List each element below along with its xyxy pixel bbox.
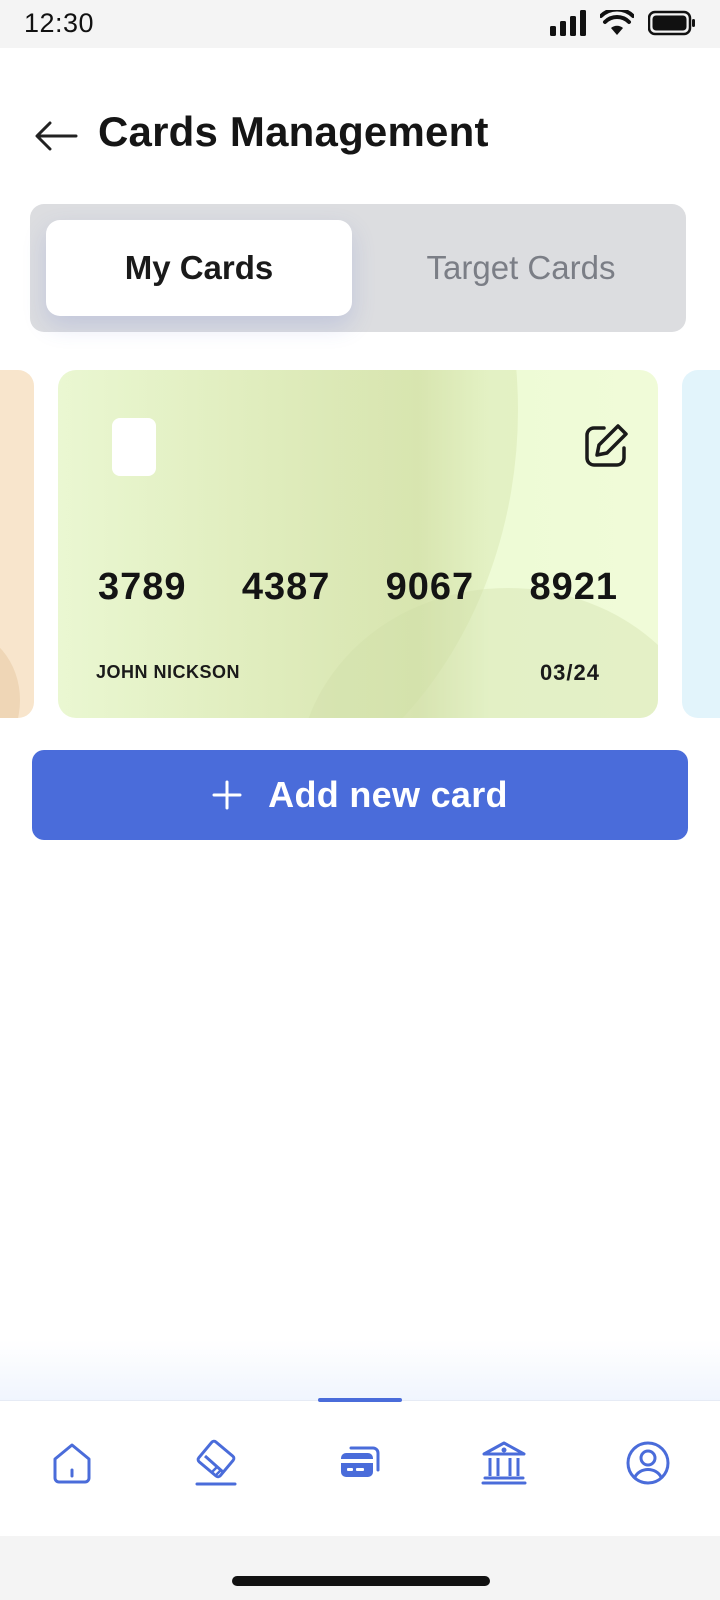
arrow-left-icon <box>35 121 78 151</box>
nav-bank[interactable] <box>472 1431 536 1495</box>
card-next[interactable] <box>682 370 720 718</box>
profile-icon <box>626 1441 670 1485</box>
card-number-group: 3789 <box>98 566 187 608</box>
card-tabs: My Cards Target Cards <box>30 204 686 332</box>
status-time: 12:30 <box>24 8 95 38</box>
nav-active-indicator <box>318 1398 402 1402</box>
bottom-fade <box>0 1340 720 1400</box>
status-bar: 12:30 <box>0 0 720 48</box>
cards-icon <box>341 1446 380 1477</box>
card-chip <box>112 418 156 476</box>
home-indicator-area <box>0 1536 720 1600</box>
signal-icon <box>550 10 586 36</box>
tab-my-cards[interactable]: My Cards <box>46 220 352 316</box>
nav-cards[interactable] <box>328 1431 392 1495</box>
card-number-group: 4387 <box>241 566 331 608</box>
wifi-icon <box>600 10 634 35</box>
bottom-nav <box>0 1398 720 1537</box>
status-icons <box>550 10 696 36</box>
add-new-card-button[interactable]: Add new card <box>32 750 688 840</box>
card-current[interactable]: 3789 4387 9067 8921 JOHN NICKSON 03/24 <box>58 370 658 718</box>
back-button[interactable] <box>30 110 82 162</box>
home-icon <box>53 1443 91 1484</box>
card-payment-icon <box>195 1439 237 1486</box>
card-holder-name: JOHN NICKSON <box>96 662 241 682</box>
plus-icon <box>212 780 242 810</box>
card-number-group: 9067 <box>385 566 475 608</box>
bank-icon <box>481 1441 527 1485</box>
nav-card-payment[interactable] <box>184 1431 248 1495</box>
edit-card-button[interactable] <box>580 420 632 472</box>
card-number: 3789 4387 9067 8921 <box>98 566 618 609</box>
card-carousel[interactable]: 3789 4387 9067 8921 JOHN NICKSON 03/24 <box>0 370 720 718</box>
card-previous[interactable] <box>0 370 34 718</box>
battery-icon <box>648 10 695 36</box>
card-decoration <box>0 630 20 718</box>
home-indicator[interactable] <box>232 1576 490 1586</box>
nav-home[interactable] <box>40 1431 104 1495</box>
card-expiry: 03/24 <box>539 660 600 685</box>
card-number-group: 8921 <box>529 566 618 608</box>
nav-profile[interactable] <box>616 1431 680 1495</box>
page-title: Cards Management <box>98 108 489 155</box>
edit-icon <box>585 424 628 467</box>
add-new-card-label: Add new card <box>268 774 508 815</box>
tab-target-cards[interactable]: Target Cards <box>368 220 674 316</box>
